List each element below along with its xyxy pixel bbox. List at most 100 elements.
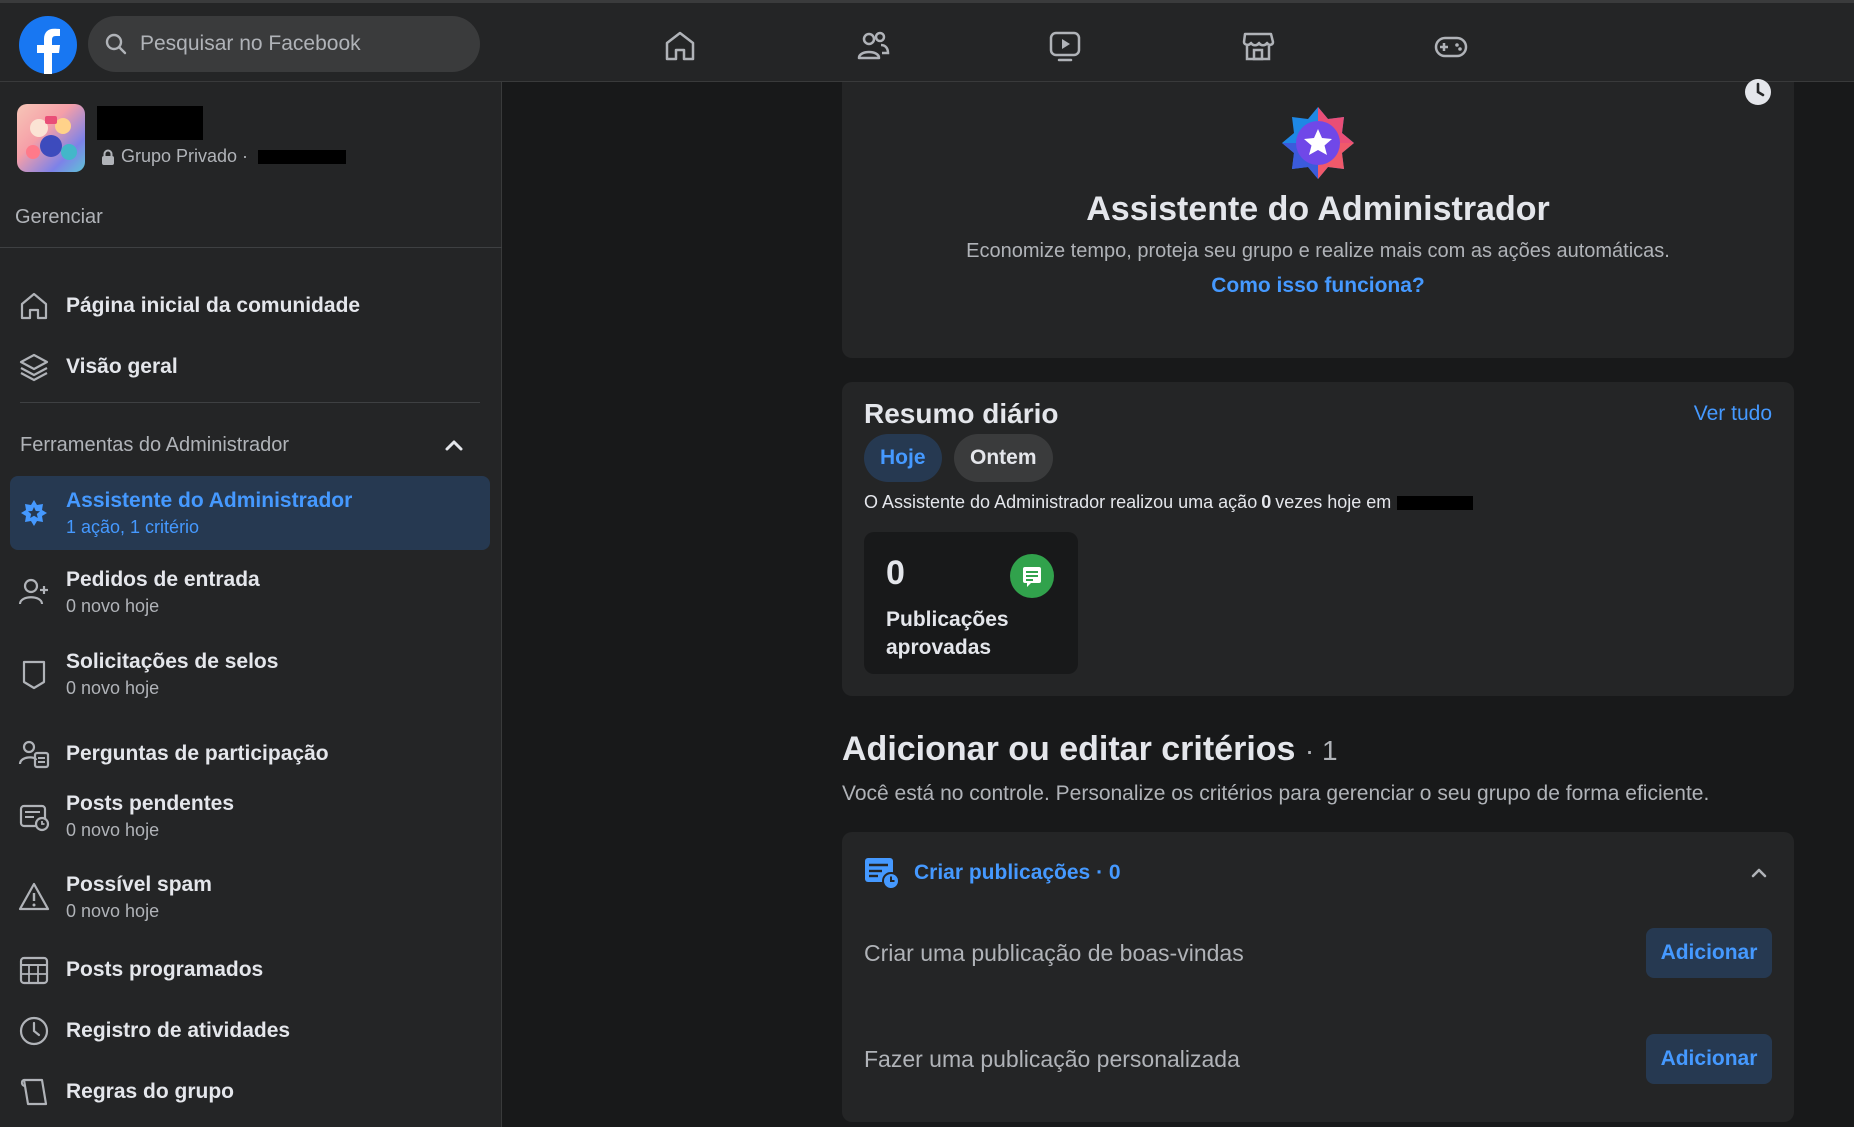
create-posts-icon bbox=[865, 858, 900, 890]
pending-posts-icon bbox=[18, 800, 50, 832]
how-it-works-link[interactable]: Como isso funciona? bbox=[842, 274, 1794, 298]
questions-icon bbox=[18, 738, 50, 770]
add-custom-post-button[interactable]: Adicionar bbox=[1646, 1034, 1772, 1084]
warning-icon bbox=[18, 881, 50, 913]
nav-friends-button[interactable] bbox=[848, 21, 898, 71]
create-posts-card: Criar publicações · 0 Criar uma publicaç… bbox=[842, 832, 1794, 1122]
add-welcome-post-button[interactable]: Adicionar bbox=[1646, 928, 1772, 978]
criteria-title: Adicionar ou editar critérios · 1 bbox=[842, 730, 1338, 769]
sidebar-item-membership-questions[interactable]: Perguntas de participação bbox=[10, 723, 490, 785]
admin-assistant-description: Economize tempo, proteja seu grupo e rea… bbox=[966, 240, 1670, 262]
admin-assistant-logo-icon bbox=[1282, 107, 1354, 179]
person-add-icon bbox=[18, 576, 50, 608]
group-privacy: Grupo Privado · bbox=[101, 146, 347, 167]
summary-line-count: 0 bbox=[1261, 492, 1272, 512]
sidebar-item-possible-spam[interactable]: Possível spam 0 novo hoje bbox=[10, 860, 490, 934]
badge-icon bbox=[18, 658, 50, 690]
stat-value: 0 bbox=[886, 554, 905, 592]
group-privacy-label: Grupo Privado · bbox=[121, 146, 249, 166]
divider bbox=[0, 247, 502, 248]
lock-icon bbox=[101, 149, 115, 165]
sidebar-item-label: Posts programados bbox=[66, 958, 264, 981]
sidebar-item-admin-assistant[interactable]: Assistente do Administrador 1 ação, 1 cr… bbox=[10, 476, 490, 550]
clock-icon bbox=[18, 1015, 50, 1047]
home-icon bbox=[665, 31, 695, 61]
see-all-link[interactable]: Ver tudo bbox=[1694, 402, 1772, 426]
create-posts-header-label: Criar publicações · 0 bbox=[914, 861, 1121, 884]
sidebar-item-label: Possível spam bbox=[66, 872, 212, 896]
daily-summary-title: Resumo diário bbox=[864, 398, 1059, 429]
watch-icon bbox=[1049, 31, 1081, 62]
tab-yesterday[interactable]: Ontem bbox=[954, 434, 1053, 482]
sidebar-item-label: Registro de atividades bbox=[66, 1019, 291, 1042]
manage-title: Gerenciar bbox=[15, 206, 103, 228]
sidebar-item-activity-log[interactable]: Registro de atividades bbox=[10, 1004, 490, 1058]
sidebar-item-sub: 1 ação, 1 critério bbox=[66, 516, 200, 537]
approved-posts-stat[interactable]: 0 Publicações aprovadas bbox=[864, 532, 1078, 674]
clock-icon[interactable] bbox=[1744, 78, 1772, 106]
marketplace-icon bbox=[1242, 32, 1275, 61]
sidebar-item-community-home[interactable]: Página inicial da comunidade bbox=[10, 280, 490, 332]
sidebar-item-badge-requests[interactable]: Solicitações de selos 0 novo hoje bbox=[10, 637, 490, 711]
divider bbox=[20, 402, 480, 403]
nav-marketplace-button[interactable] bbox=[1233, 21, 1283, 71]
sidebar-item-sub: 0 novo hoje bbox=[66, 900, 160, 921]
daily-summary-card: Resumo diário Ver tudo Hoje Ontem O Assi… bbox=[842, 382, 1794, 696]
admin-assistant-icon bbox=[18, 497, 50, 529]
top-bar bbox=[0, 0, 1854, 82]
criteria-count: · 1 bbox=[1304, 735, 1338, 766]
approved-posts-icon bbox=[1010, 554, 1054, 598]
home-icon bbox=[18, 290, 50, 322]
nav-gaming-button[interactable] bbox=[1426, 21, 1476, 71]
date-redacted bbox=[1397, 495, 1474, 510]
sidebar-item-label: Regras do grupo bbox=[66, 1080, 235, 1103]
sidebar-item-overview[interactable]: Visão geral bbox=[10, 341, 490, 393]
criteria-description: Você está no controle. Personalize os cr… bbox=[842, 782, 1710, 805]
sidebar: Grupo Privado · Gerenciar Página inicial… bbox=[0, 82, 502, 1127]
criteria-title-text: Adicionar ou editar critérios bbox=[842, 730, 1296, 768]
facebook-logo-icon[interactable] bbox=[19, 16, 77, 74]
group-avatar-art-icon bbox=[26, 116, 77, 160]
nav-home-button[interactable] bbox=[655, 21, 705, 71]
welcome-post-label: Criar uma publicação de boas-vindas bbox=[864, 940, 1244, 966]
sidebar-item-label: Pedidos de entrada bbox=[66, 567, 260, 591]
group-avatar[interactable] bbox=[17, 104, 85, 172]
create-posts-collapse-button[interactable] bbox=[1748, 862, 1770, 884]
admin-tools-title: Ferramentas do Administrador bbox=[20, 434, 290, 456]
tab-today[interactable]: Hoje bbox=[864, 434, 942, 482]
custom-post-label: Fazer uma publicação personalizada bbox=[864, 1046, 1240, 1072]
sidebar-item-sub: 0 novo hoje bbox=[66, 819, 160, 840]
summary-line: O Assistente do Administrador realizou u… bbox=[864, 492, 1474, 513]
group-header[interactable]: Grupo Privado · bbox=[17, 104, 487, 174]
calendar-icon bbox=[18, 954, 50, 986]
sidebar-item-label: Solicitações de selos bbox=[66, 649, 279, 673]
sidebar-item-sub: 0 novo hoje bbox=[66, 595, 160, 616]
summary-line-suffix: vezes hoje em bbox=[1275, 492, 1392, 512]
nav-watch-button[interactable] bbox=[1040, 21, 1090, 71]
chevron-up-icon bbox=[445, 440, 463, 451]
admin-tools-collapse-button[interactable] bbox=[442, 434, 466, 458]
group-name-redacted bbox=[97, 106, 203, 140]
sidebar-item-label: Página inicial da comunidade bbox=[66, 294, 361, 317]
sidebar-item-group-rules[interactable]: Regras do grupo bbox=[10, 1065, 490, 1119]
search-bar[interactable] bbox=[88, 16, 480, 72]
sidebar-item-label: Assistente do Administrador bbox=[66, 488, 353, 512]
sidebar-item-join-requests[interactable]: Pedidos de entrada 0 novo hoje bbox=[10, 555, 490, 629]
member-count-redacted bbox=[258, 149, 347, 164]
sidebar-item-sub: 0 novo hoje bbox=[66, 677, 160, 698]
sidebar-item-label: Visão geral bbox=[66, 355, 178, 378]
chevron-up-icon bbox=[1751, 868, 1767, 878]
sidebar-item-scheduled-posts[interactable]: Posts programados bbox=[10, 943, 490, 997]
create-posts-header[interactable]: Criar publicações · 0 bbox=[864, 856, 1121, 890]
sidebar-item-label: Posts pendentes bbox=[66, 791, 235, 815]
gaming-icon bbox=[1434, 36, 1468, 58]
friends-icon bbox=[857, 31, 890, 60]
search-input[interactable] bbox=[140, 32, 460, 56]
rules-icon bbox=[18, 1076, 50, 1108]
sidebar-item-pending-posts[interactable]: Posts pendentes 0 novo hoje bbox=[10, 779, 490, 853]
search-icon bbox=[105, 33, 127, 55]
stat-label: Publicações aprovadas bbox=[886, 608, 1009, 659]
summary-line-prefix: O Assistente do Administrador realizou u… bbox=[864, 492, 1258, 512]
sidebar-item-label: Perguntas de participação bbox=[66, 742, 329, 765]
layers-icon bbox=[18, 351, 50, 383]
